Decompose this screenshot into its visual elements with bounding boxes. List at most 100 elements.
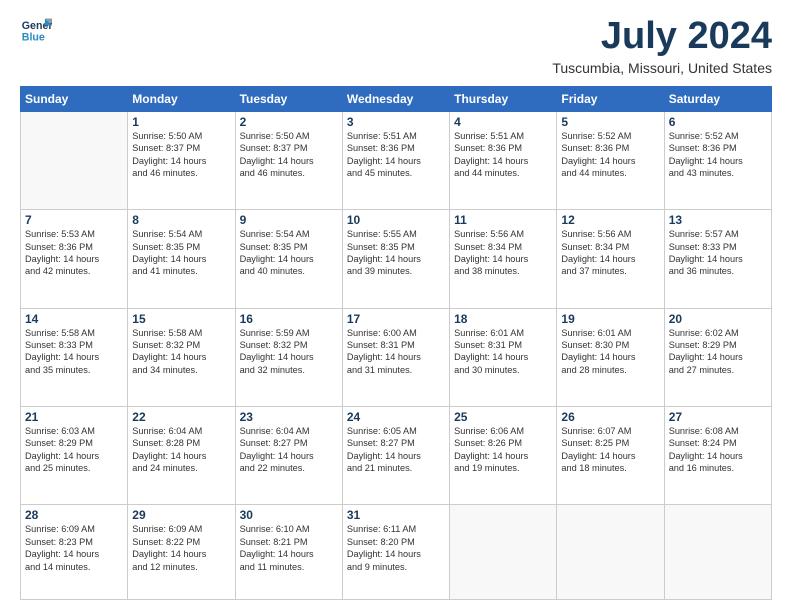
day-info: Sunrise: 6:11 AM Sunset: 8:20 PM Dayligh… <box>347 523 445 573</box>
col-sunday: Sunday <box>21 86 128 111</box>
table-row: 26Sunrise: 6:07 AM Sunset: 8:25 PM Dayli… <box>557 406 664 504</box>
day-info: Sunrise: 5:56 AM Sunset: 8:34 PM Dayligh… <box>561 228 659 278</box>
logo: General Blue <box>20 16 52 44</box>
table-row: 2Sunrise: 5:50 AM Sunset: 8:37 PM Daylig… <box>235 111 342 209</box>
day-number: 22 <box>132 410 230 424</box>
table-row: 6Sunrise: 5:52 AM Sunset: 8:36 PM Daylig… <box>664 111 771 209</box>
day-info: Sunrise: 5:54 AM Sunset: 8:35 PM Dayligh… <box>132 228 230 278</box>
day-info: Sunrise: 6:09 AM Sunset: 8:23 PM Dayligh… <box>25 523 123 573</box>
calendar-week-4: 21Sunrise: 6:03 AM Sunset: 8:29 PM Dayli… <box>21 406 772 504</box>
day-number: 7 <box>25 213 123 227</box>
table-row: 19Sunrise: 6:01 AM Sunset: 8:30 PM Dayli… <box>557 308 664 406</box>
table-row: 31Sunrise: 6:11 AM Sunset: 8:20 PM Dayli… <box>342 505 449 600</box>
day-info: Sunrise: 6:07 AM Sunset: 8:25 PM Dayligh… <box>561 425 659 475</box>
day-number: 6 <box>669 115 767 129</box>
day-number: 2 <box>240 115 338 129</box>
table-row <box>557 505 664 600</box>
day-number: 20 <box>669 312 767 326</box>
day-number: 17 <box>347 312 445 326</box>
table-row <box>664 505 771 600</box>
logo-icon: General Blue <box>20 16 52 44</box>
day-number: 10 <box>347 213 445 227</box>
table-row: 27Sunrise: 6:08 AM Sunset: 8:24 PM Dayli… <box>664 406 771 504</box>
col-monday: Monday <box>128 86 235 111</box>
day-info: Sunrise: 6:10 AM Sunset: 8:21 PM Dayligh… <box>240 523 338 573</box>
table-row: 22Sunrise: 6:04 AM Sunset: 8:28 PM Dayli… <box>128 406 235 504</box>
calendar-week-2: 7Sunrise: 5:53 AM Sunset: 8:36 PM Daylig… <box>21 210 772 308</box>
day-number: 13 <box>669 213 767 227</box>
day-number: 27 <box>669 410 767 424</box>
table-row: 17Sunrise: 6:00 AM Sunset: 8:31 PM Dayli… <box>342 308 449 406</box>
day-info: Sunrise: 5:57 AM Sunset: 8:33 PM Dayligh… <box>669 228 767 278</box>
day-info: Sunrise: 5:51 AM Sunset: 8:36 PM Dayligh… <box>454 130 552 180</box>
table-row: 14Sunrise: 5:58 AM Sunset: 8:33 PM Dayli… <box>21 308 128 406</box>
table-row: 5Sunrise: 5:52 AM Sunset: 8:36 PM Daylig… <box>557 111 664 209</box>
day-info: Sunrise: 5:54 AM Sunset: 8:35 PM Dayligh… <box>240 228 338 278</box>
day-number: 24 <box>347 410 445 424</box>
calendar-header-row: Sunday Monday Tuesday Wednesday Thursday… <box>21 86 772 111</box>
table-row: 9Sunrise: 5:54 AM Sunset: 8:35 PM Daylig… <box>235 210 342 308</box>
day-number: 18 <box>454 312 552 326</box>
day-info: Sunrise: 5:52 AM Sunset: 8:36 PM Dayligh… <box>561 130 659 180</box>
day-number: 29 <box>132 508 230 522</box>
day-info: Sunrise: 5:50 AM Sunset: 8:37 PM Dayligh… <box>132 130 230 180</box>
table-row: 8Sunrise: 5:54 AM Sunset: 8:35 PM Daylig… <box>128 210 235 308</box>
table-row: 25Sunrise: 6:06 AM Sunset: 8:26 PM Dayli… <box>450 406 557 504</box>
table-row: 30Sunrise: 6:10 AM Sunset: 8:21 PM Dayli… <box>235 505 342 600</box>
day-info: Sunrise: 5:58 AM Sunset: 8:33 PM Dayligh… <box>25 327 123 377</box>
title-block: July 2024 Tuscumbia, Missouri, United St… <box>552 16 772 76</box>
day-number: 31 <box>347 508 445 522</box>
table-row: 15Sunrise: 5:58 AM Sunset: 8:32 PM Dayli… <box>128 308 235 406</box>
day-number: 16 <box>240 312 338 326</box>
table-row: 12Sunrise: 5:56 AM Sunset: 8:34 PM Dayli… <box>557 210 664 308</box>
day-info: Sunrise: 6:06 AM Sunset: 8:26 PM Dayligh… <box>454 425 552 475</box>
day-info: Sunrise: 5:59 AM Sunset: 8:32 PM Dayligh… <box>240 327 338 377</box>
table-row: 23Sunrise: 6:04 AM Sunset: 8:27 PM Dayli… <box>235 406 342 504</box>
calendar-week-5: 28Sunrise: 6:09 AM Sunset: 8:23 PM Dayli… <box>21 505 772 600</box>
day-number: 23 <box>240 410 338 424</box>
day-number: 8 <box>132 213 230 227</box>
calendar-week-1: 1Sunrise: 5:50 AM Sunset: 8:37 PM Daylig… <box>21 111 772 209</box>
day-info: Sunrise: 5:56 AM Sunset: 8:34 PM Dayligh… <box>454 228 552 278</box>
day-info: Sunrise: 5:53 AM Sunset: 8:36 PM Dayligh… <box>25 228 123 278</box>
table-row <box>21 111 128 209</box>
day-number: 21 <box>25 410 123 424</box>
day-number: 26 <box>561 410 659 424</box>
day-number: 25 <box>454 410 552 424</box>
table-row: 24Sunrise: 6:05 AM Sunset: 8:27 PM Dayli… <box>342 406 449 504</box>
day-info: Sunrise: 6:05 AM Sunset: 8:27 PM Dayligh… <box>347 425 445 475</box>
col-tuesday: Tuesday <box>235 86 342 111</box>
day-info: Sunrise: 5:52 AM Sunset: 8:36 PM Dayligh… <box>669 130 767 180</box>
table-row: 7Sunrise: 5:53 AM Sunset: 8:36 PM Daylig… <box>21 210 128 308</box>
table-row: 20Sunrise: 6:02 AM Sunset: 8:29 PM Dayli… <box>664 308 771 406</box>
table-row <box>450 505 557 600</box>
day-info: Sunrise: 6:02 AM Sunset: 8:29 PM Dayligh… <box>669 327 767 377</box>
day-number: 12 <box>561 213 659 227</box>
col-friday: Friday <box>557 86 664 111</box>
day-number: 15 <box>132 312 230 326</box>
day-number: 9 <box>240 213 338 227</box>
table-row: 29Sunrise: 6:09 AM Sunset: 8:22 PM Dayli… <box>128 505 235 600</box>
day-number: 11 <box>454 213 552 227</box>
day-info: Sunrise: 6:08 AM Sunset: 8:24 PM Dayligh… <box>669 425 767 475</box>
col-thursday: Thursday <box>450 86 557 111</box>
table-row: 28Sunrise: 6:09 AM Sunset: 8:23 PM Dayli… <box>21 505 128 600</box>
day-info: Sunrise: 6:04 AM Sunset: 8:28 PM Dayligh… <box>132 425 230 475</box>
table-row: 1Sunrise: 5:50 AM Sunset: 8:37 PM Daylig… <box>128 111 235 209</box>
day-number: 5 <box>561 115 659 129</box>
day-number: 19 <box>561 312 659 326</box>
table-row: 13Sunrise: 5:57 AM Sunset: 8:33 PM Dayli… <box>664 210 771 308</box>
table-row: 10Sunrise: 5:55 AM Sunset: 8:35 PM Dayli… <box>342 210 449 308</box>
day-info: Sunrise: 6:00 AM Sunset: 8:31 PM Dayligh… <box>347 327 445 377</box>
col-wednesday: Wednesday <box>342 86 449 111</box>
day-info: Sunrise: 6:01 AM Sunset: 8:30 PM Dayligh… <box>561 327 659 377</box>
calendar-week-3: 14Sunrise: 5:58 AM Sunset: 8:33 PM Dayli… <box>21 308 772 406</box>
table-row: 3Sunrise: 5:51 AM Sunset: 8:36 PM Daylig… <box>342 111 449 209</box>
day-number: 28 <box>25 508 123 522</box>
day-info: Sunrise: 5:50 AM Sunset: 8:37 PM Dayligh… <box>240 130 338 180</box>
table-row: 18Sunrise: 6:01 AM Sunset: 8:31 PM Dayli… <box>450 308 557 406</box>
day-info: Sunrise: 6:04 AM Sunset: 8:27 PM Dayligh… <box>240 425 338 475</box>
day-number: 30 <box>240 508 338 522</box>
day-info: Sunrise: 5:58 AM Sunset: 8:32 PM Dayligh… <box>132 327 230 377</box>
day-number: 1 <box>132 115 230 129</box>
